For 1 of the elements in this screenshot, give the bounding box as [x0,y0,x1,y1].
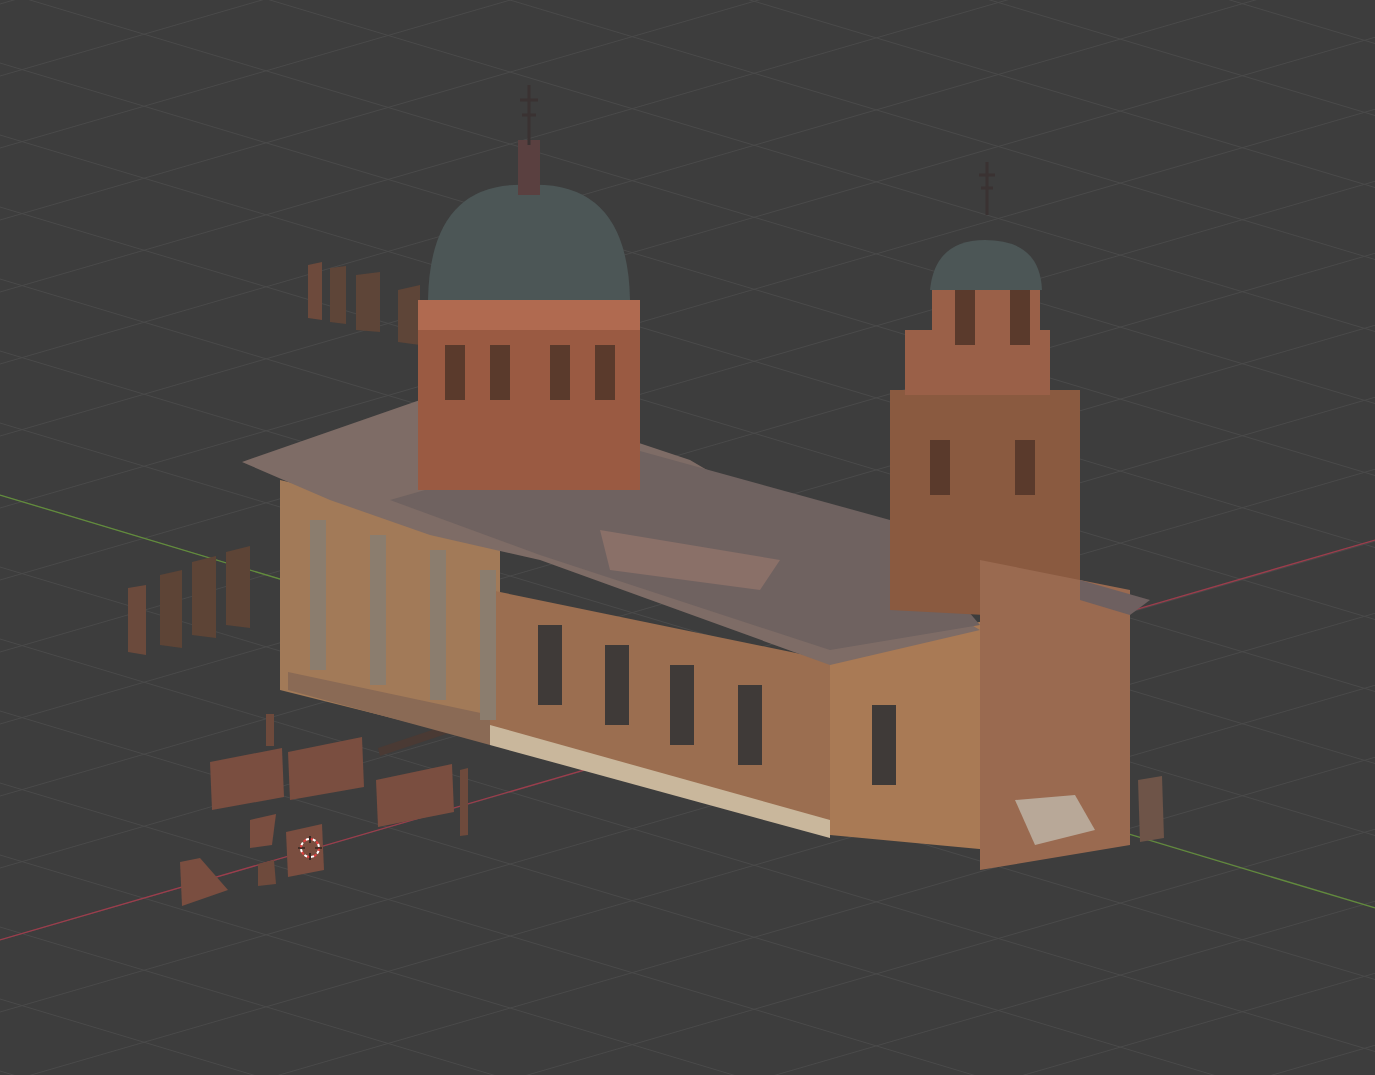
3d-cursor-icon[interactable] [297,835,323,861]
